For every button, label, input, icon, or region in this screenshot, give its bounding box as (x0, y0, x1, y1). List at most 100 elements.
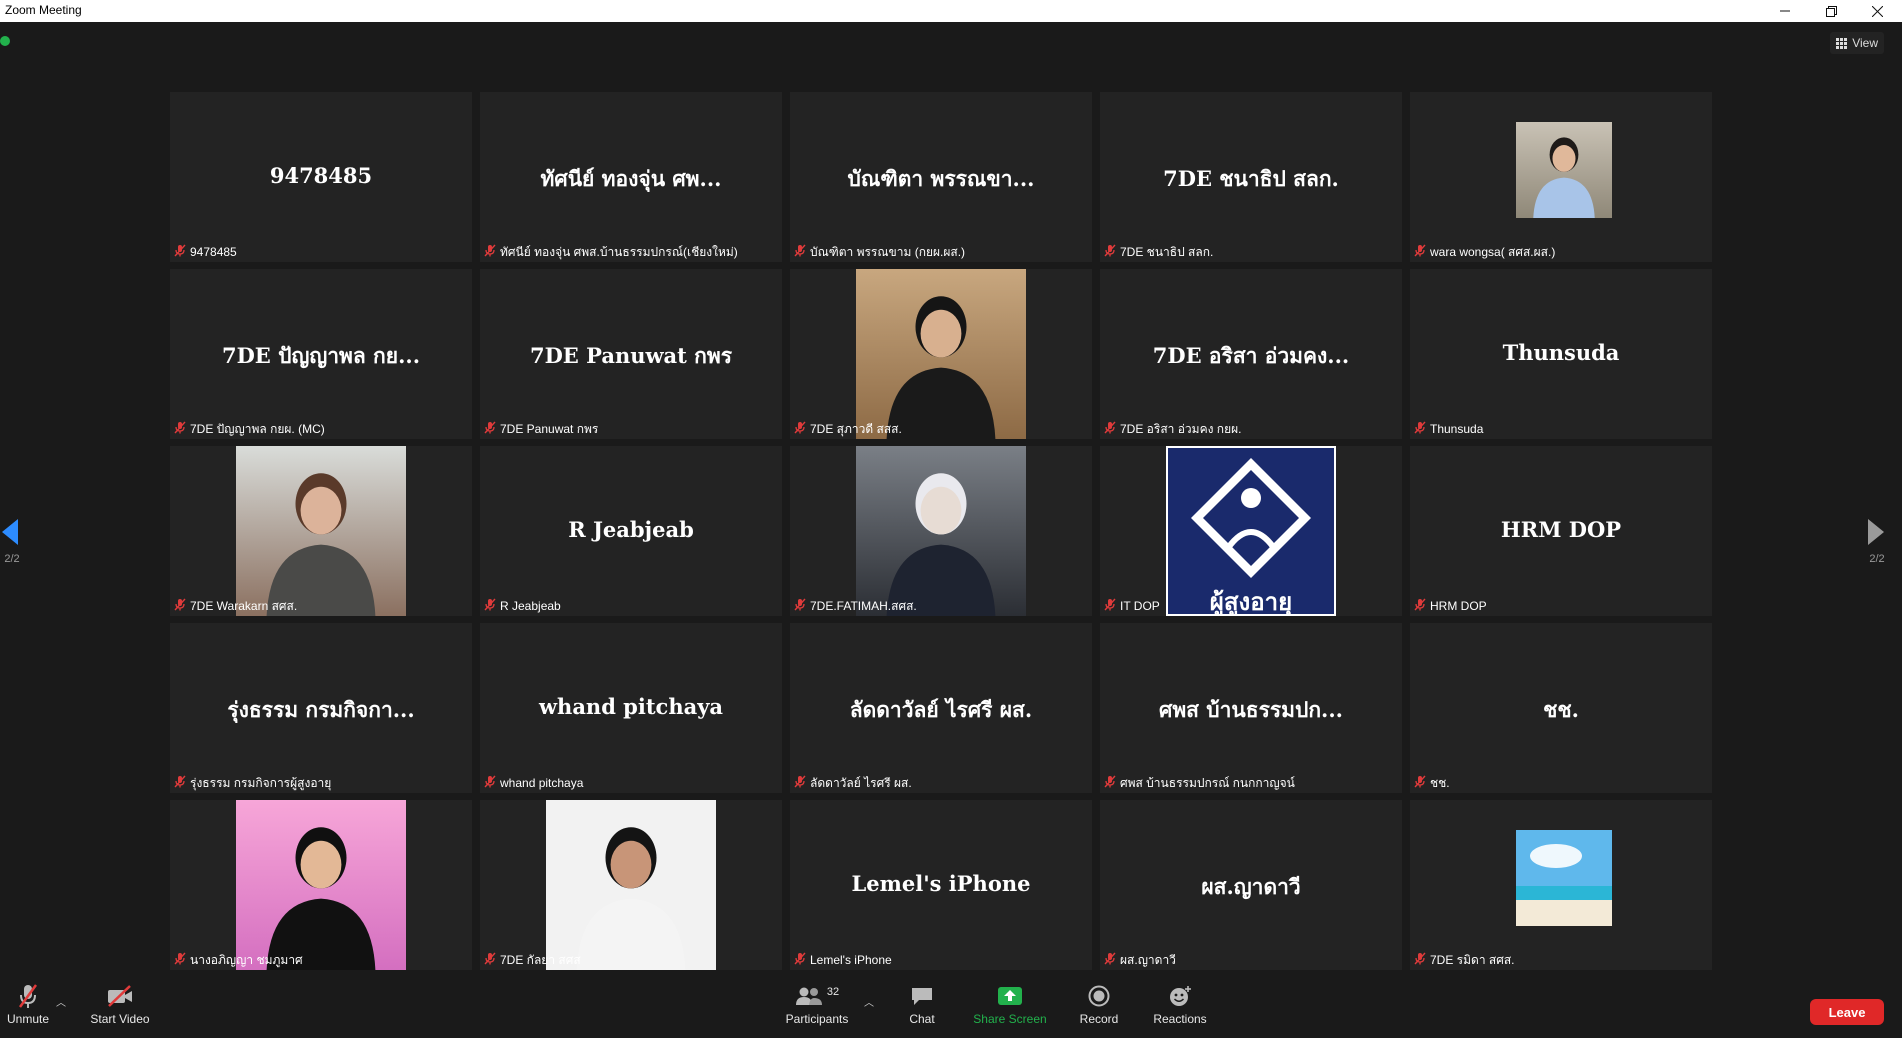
participant-name-label: 7DE รมิดา สศส. (1410, 950, 1519, 970)
unmute-label: Unmute (6, 1012, 50, 1026)
participant-tile[interactable]: ศพส บ้านธรรมปก... ศพส บ้านธรรมปกรณ์ กนกกา… (1100, 623, 1402, 793)
participant-name-label: นางอภิญญา ชมภูมาศ (170, 950, 307, 970)
participant-display-name: Thunsuda (1502, 340, 1620, 365)
share-screen-button[interactable]: Share Screen (970, 982, 1050, 1026)
start-video-button[interactable]: Start Video (88, 982, 152, 1026)
participant-tile[interactable]: HRM DOP HRM DOP (1410, 446, 1712, 616)
participant-name-text: HRM DOP (1430, 599, 1487, 613)
chat-button[interactable]: Chat (900, 982, 944, 1026)
microphone-muted-icon (1104, 421, 1116, 437)
participant-name-label: IT DOP (1100, 596, 1164, 616)
participants-icon (795, 987, 822, 1005)
participant-tile[interactable]: ผส.ญาดาวี ผส.ญาดาวี (1100, 800, 1402, 970)
participant-name-text: 7DE.FATIMAH.สศส. (810, 598, 917, 613)
microphone-muted-icon (18, 984, 38, 1008)
close-button[interactable] (1854, 0, 1900, 22)
restore-icon (1825, 5, 1837, 17)
participants-button[interactable]: 32 Participants (784, 982, 850, 1026)
participant-photo (1516, 122, 1612, 218)
participant-name-text: 7DE Warakarn สศส. (190, 598, 298, 613)
participant-name-text: 7DE ปัญญาพล กยผ. (MC) (190, 421, 325, 436)
participant-name-label: Thunsuda (1410, 419, 1487, 439)
reactions-label: Reactions (1153, 1012, 1207, 1026)
participant-tile[interactable]: ทัศนีย์ ทองจุ่น ศพ... ทัศนีย์ ทองจุ่น ศพส… (480, 92, 782, 262)
participant-tile[interactable]: 7DE อริสา อ่วมคง... 7DE อริสา อ่วมคง กยผ. (1100, 269, 1402, 439)
close-icon (1871, 5, 1883, 17)
participant-photo (856, 269, 1026, 439)
participant-tile[interactable]: ชช. ชช. (1410, 623, 1712, 793)
encryption-shield-icon[interactable] (0, 36, 10, 46)
participant-display-name: HRM DOP (1500, 517, 1622, 542)
share-screen-icon (998, 987, 1022, 1005)
participant-photo (546, 800, 716, 970)
microphone-muted-icon (484, 421, 496, 437)
participant-name-text: IT DOP (1120, 599, 1160, 613)
participant-name-label: บัณฑิตา พรรณขาม (กยผ.ผส.) (790, 242, 969, 262)
participant-tile[interactable]: 7DE Warakarn สศส. (170, 446, 472, 616)
leave-button[interactable]: Leave (1810, 999, 1884, 1025)
participant-tile[interactable]: whand pitchaya whand pitchaya (480, 623, 782, 793)
minimize-button[interactable] (1762, 0, 1808, 22)
participant-tile[interactable]: 7DE ปัญญาพล กย... 7DE ปัญญาพล กยผ. (MC) (170, 269, 472, 439)
participant-name-text: บัณฑิตา พรรณขาม (กยผ.ผส.) (810, 244, 966, 259)
participant-tile[interactable]: wara wongsa( สศส.ผส.) (1410, 92, 1712, 262)
participant-name-text: R Jeabjeab (500, 599, 561, 613)
page-indicator-right: 2/2 (1869, 553, 1885, 565)
participants-label: Participants (785, 1012, 849, 1026)
participant-name-label: 7DE.FATIMAH.สศส. (790, 596, 921, 616)
participant-name-text: whand pitchaya (500, 776, 584, 790)
participant-tile[interactable]: 7DE Panuwat กพร 7DE Panuwat กพร (480, 269, 782, 439)
beach-image (1516, 830, 1612, 926)
participant-tile[interactable]: นางอภิญญา ชมภูมาศ (170, 800, 472, 970)
participant-tile[interactable]: 7DE สุภาวดี สสส. (790, 269, 1092, 439)
participant-photo (856, 446, 1026, 616)
meeting-toolbar: Unmute ︿ Start Video 32 Participants ︿ C… (0, 972, 1902, 1038)
participant-tile[interactable]: 9478485 9478485 (170, 92, 472, 262)
share-screen-label: Share Screen (973, 1012, 1047, 1026)
video-camera-off-icon (108, 985, 132, 1007)
participant-name-text: wara wongsa( สศส.ผส.) (1430, 244, 1556, 259)
participant-name-text: 7DE ชนาธิป สลก. (1120, 244, 1214, 259)
microphone-muted-icon (484, 952, 496, 968)
logo-text: ผู้สูงอายุ (1209, 588, 1293, 616)
video-stage: View 2/2 2/2 9478485 9478485 ทัศนีย์ ทองจุ… (0, 22, 1902, 972)
record-button[interactable]: Record (1076, 982, 1122, 1026)
participant-display-name: บัณฑิตา พรรณขา... (847, 166, 1035, 191)
participant-tile[interactable]: 7DE กัลยา สศส (480, 800, 782, 970)
window-title: Zoom Meeting (5, 3, 82, 17)
participant-name-label: 7DE Panuwat กพร (480, 419, 602, 439)
participant-name-text: 9478485 (190, 245, 237, 259)
participant-tile[interactable]: ลัดดาวัลย์ ไรศรี ผส. ลัดดาวัลย์ ไรศรี ผส. (790, 623, 1092, 793)
restore-button[interactable] (1808, 0, 1854, 22)
participant-name-label: 7DE สุภาวดี สสส. (790, 419, 906, 439)
participant-name-text: ผส.ญาดาวี (1120, 952, 1176, 967)
next-page-button[interactable]: 2/2 (1862, 517, 1892, 577)
participant-name-text: ศพส บ้านธรรมปกรณ์ กนกกาญจน์ (1120, 775, 1295, 790)
participant-tile[interactable]: รุ่งธรรม กรมกิจกา... รุ่งธรรม กรมกิจการผู… (170, 623, 472, 793)
participant-grid: 9478485 9478485 ทัศนีย์ ทองจุ่น ศพ... ทัศนี… (170, 92, 1714, 972)
view-button[interactable]: View (1830, 32, 1884, 54)
participant-name-text: Lemel's iPhone (810, 953, 892, 967)
participant-tile[interactable]: ผู้สูงอายุ IT DOP (1100, 446, 1402, 616)
microphone-muted-icon (794, 952, 806, 968)
participant-display-name: ศพส บ้านธรรมปก... (1159, 697, 1343, 722)
microphone-muted-icon (484, 598, 496, 614)
audio-options-caret[interactable]: ︿ (56, 994, 66, 1009)
participants-options-caret[interactable]: ︿ (864, 994, 874, 1009)
participant-tile[interactable]: 7DE รมิดา สศส. (1410, 800, 1712, 970)
participant-tile[interactable]: 7DE ชนาธิป สลก. 7DE ชนาธิป สลก. (1100, 92, 1402, 262)
participant-tile[interactable]: 7DE.FATIMAH.สศส. (790, 446, 1092, 616)
participants-count: 32 (826, 986, 840, 998)
participant-name-label: ศพส บ้านธรรมปกรณ์ กนกกาญจน์ (1100, 773, 1299, 793)
participant-tile[interactable]: บัณฑิตา พรรณขา... บัณฑิตา พรรณขาม (กยผ.ผส… (790, 92, 1092, 262)
unmute-button[interactable]: Unmute (6, 982, 50, 1026)
reactions-button[interactable]: Reactions (1152, 982, 1208, 1026)
participant-name-label: Lemel's iPhone (790, 950, 896, 970)
chat-label: Chat (909, 1012, 935, 1026)
participant-tile[interactable]: Lemel's iPhone Lemel's iPhone (790, 800, 1092, 970)
participant-tile[interactable]: Thunsuda Thunsuda (1410, 269, 1712, 439)
previous-page-button[interactable]: 2/2 (0, 517, 30, 577)
participant-tile[interactable]: R Jeabjeab R Jeabjeab (480, 446, 782, 616)
minimize-icon (1780, 10, 1790, 12)
participant-name-label: R Jeabjeab (480, 596, 565, 616)
